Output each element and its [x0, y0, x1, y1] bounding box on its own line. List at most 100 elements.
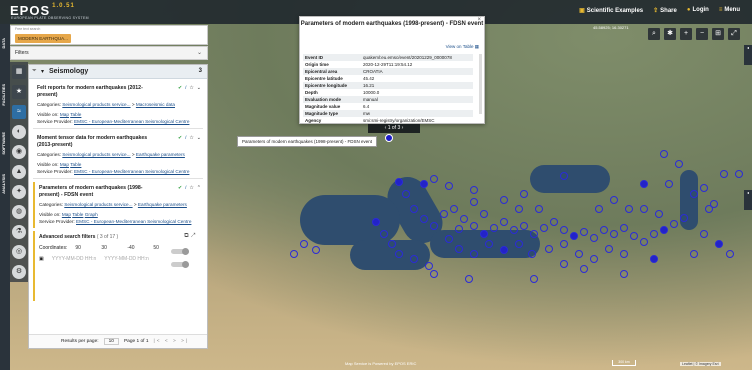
earthquake-marker[interactable] — [510, 226, 518, 234]
chevron-up-icon[interactable]: ⌃ — [197, 185, 201, 192]
earthquake-marker[interactable] — [560, 240, 568, 248]
right-panel-tab[interactable]: ◂ — [744, 45, 752, 65]
rail-tab-data[interactable]: DATA — [1, 38, 6, 49]
earthquake-marker[interactable] — [460, 215, 468, 223]
earthquake-marker[interactable] — [550, 218, 558, 226]
earthquake-marker[interactable] — [560, 172, 568, 180]
earthquake-marker[interactable] — [670, 220, 678, 228]
near-fault-icon[interactable]: ◐ — [12, 125, 26, 139]
earthquake-marker[interactable] — [528, 250, 536, 258]
earthquake-marker[interactable] — [625, 205, 633, 213]
earthquake-marker[interactable] — [540, 224, 548, 232]
date-from-input[interactable]: YYYY-MM-DD HH:n — [52, 256, 97, 262]
earthquake-marker[interactable] — [470, 222, 478, 230]
earthquake-marker[interactable] — [420, 215, 428, 223]
earthquake-marker[interactable] — [380, 230, 388, 238]
earthquake-marker[interactable] — [455, 245, 463, 253]
earthquake-marker[interactable] — [700, 184, 708, 192]
earthquake-marker[interactable] — [590, 234, 598, 242]
visible-map-link[interactable]: Map — [60, 112, 69, 117]
visible-table-link[interactable]: Table — [70, 162, 81, 167]
layers-icon[interactable]: ⊞ — [712, 28, 724, 40]
earthquake-marker[interactable] — [520, 222, 528, 230]
result-card[interactable]: Felt reports for modern earthquakes (201… — [33, 82, 203, 129]
rail-tab-analysis[interactable]: ANALYSIS — [1, 174, 6, 194]
magnetic-icon[interactable]: ◎ — [12, 245, 26, 259]
prev-icon[interactable]: ‹ — [385, 125, 387, 131]
filters-dropdown[interactable]: Filters ⌄ — [10, 46, 208, 60]
volcano-icon[interactable]: ▲ — [12, 165, 26, 179]
result-card[interactable]: Moment tensor data for modern earthquake… — [33, 132, 203, 179]
menu-button[interactable]: ≡ Menu — [719, 7, 740, 14]
earthquake-marker[interactable] — [515, 205, 523, 213]
earthquake-marker[interactable] — [465, 275, 473, 283]
earthquake-marker[interactable] — [680, 214, 688, 222]
earthquake-marker[interactable] — [570, 232, 578, 240]
earthquake-marker[interactable] — [735, 170, 743, 178]
subcategory-link[interactable]: Earthquake parameters — [138, 202, 187, 207]
earthquake-marker[interactable] — [610, 230, 618, 238]
earthquake-marker[interactable] — [715, 240, 723, 248]
visible-map-link[interactable]: Map — [60, 162, 69, 167]
earthquake-marker[interactable] — [650, 230, 658, 238]
visible-table-link[interactable]: Table — [72, 212, 83, 217]
earthquake-marker[interactable] — [630, 232, 638, 240]
info-icon[interactable]: i — [185, 135, 186, 142]
earthquake-marker[interactable] — [410, 205, 418, 213]
earthquake-marker[interactable] — [395, 250, 403, 258]
check-icon[interactable]: ✔ — [178, 85, 182, 92]
earthquake-marker[interactable] — [420, 180, 428, 188]
visible-table-link[interactable]: Table — [70, 112, 81, 117]
earthquake-marker[interactable] — [440, 210, 448, 218]
grid-icon[interactable]: ▦ — [12, 65, 26, 79]
rail-tab-software[interactable]: SOFTWARE — [1, 132, 6, 155]
next-icon[interactable]: › — [402, 125, 404, 131]
earthquake-marker[interactable] — [640, 180, 648, 188]
search-chip[interactable]: MODERN EARTHQUA... — [15, 34, 71, 43]
scientific-examples-button[interactable]: ▣ Scientific Examples — [579, 7, 643, 14]
right-panel-tab[interactable]: ◂ — [744, 190, 752, 210]
filter-icon[interactable]: ⏷ — [32, 68, 37, 75]
earthquake-marker[interactable] — [535, 205, 543, 213]
star-icon[interactable]: ★ — [12, 85, 26, 99]
earthquake-marker[interactable] — [430, 222, 438, 230]
earthquake-marker[interactable] — [690, 250, 698, 258]
star-icon[interactable]: ☆ — [189, 85, 193, 92]
coord-east-input[interactable]: 30 — [101, 245, 119, 251]
lab-icon[interactable]: ⚗ — [12, 225, 26, 239]
gnss-icon[interactable]: ◉ — [12, 145, 26, 159]
star-icon[interactable]: ☆ — [189, 135, 193, 142]
earthquake-marker[interactable] — [590, 255, 598, 263]
info-icon[interactable]: i — [185, 85, 186, 92]
earthquake-marker[interactable] — [430, 270, 438, 278]
earthquake-marker[interactable] — [660, 150, 668, 158]
settings-icon[interactable]: ✱ — [664, 28, 676, 40]
earthquake-marker[interactable] — [560, 260, 568, 268]
earthquake-marker[interactable] — [720, 170, 728, 178]
earthquake-marker[interactable] — [410, 255, 418, 263]
earthquake-marker[interactable] — [520, 190, 528, 198]
earthquake-marker[interactable] — [660, 226, 668, 234]
earthquake-marker[interactable] — [705, 205, 713, 213]
earthquake-marker[interactable] — [665, 180, 673, 188]
coord-north-input[interactable]: 90 — [75, 245, 93, 251]
earthquake-marker[interactable] — [655, 210, 663, 218]
earthquake-marker[interactable] — [515, 240, 523, 248]
earthquake-marker[interactable] — [700, 230, 708, 238]
geology-icon[interactable]: ◍ — [12, 205, 26, 219]
check-icon[interactable]: ✔ — [178, 185, 182, 192]
satellite-icon[interactable]: ✦ — [12, 185, 26, 199]
earthquake-marker[interactable] — [500, 218, 508, 226]
view-on-table-link[interactable]: View on Table ▦ — [446, 44, 479, 50]
map-attribution[interactable]: Leaflet | © Imagery Esri — [680, 362, 721, 366]
earthquake-marker[interactable] — [726, 250, 734, 258]
earthquake-marker[interactable] — [500, 196, 508, 204]
earthquake-marker[interactable] — [545, 245, 553, 253]
fullscreen-icon[interactable]: ⤢ — [728, 28, 740, 40]
earthquake-marker[interactable] — [490, 224, 498, 232]
chevron-down-icon[interactable]: ⌄ — [197, 85, 201, 92]
share-button[interactable]: ⇪ Share — [653, 7, 677, 14]
earthquake-marker[interactable] — [605, 245, 613, 253]
earthquake-marker[interactable] — [595, 205, 603, 213]
copy-icon[interactable]: ⧉ — [184, 233, 188, 239]
